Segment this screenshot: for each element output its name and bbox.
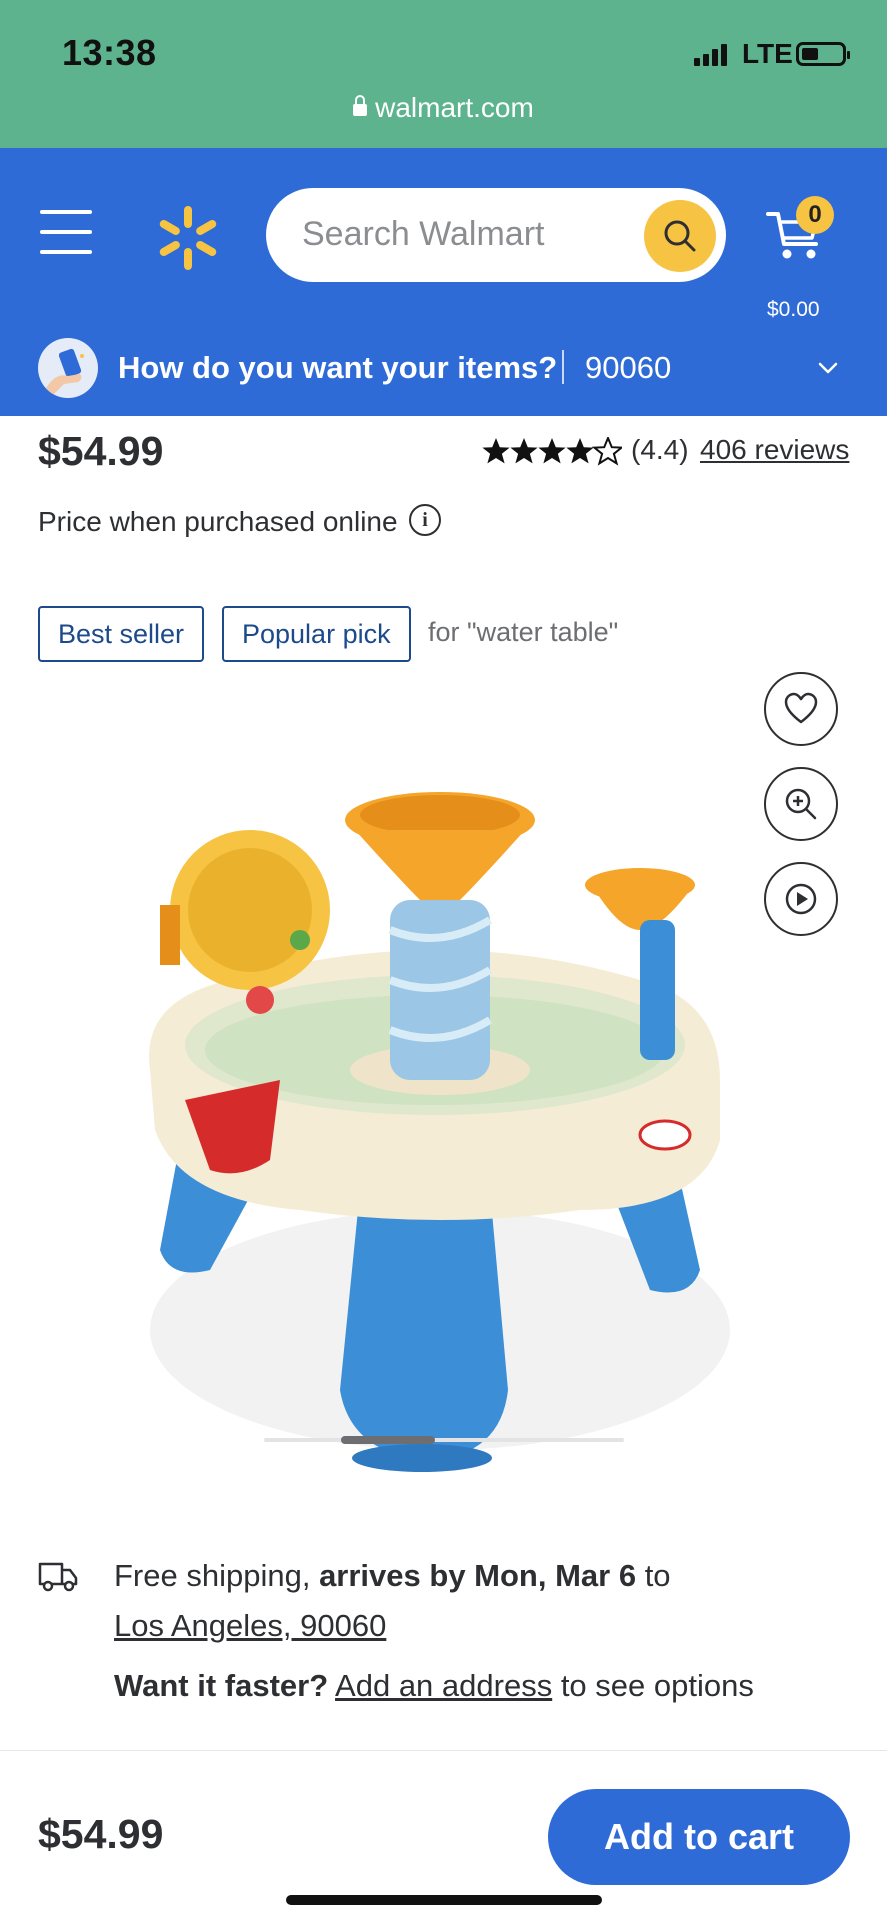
search-bar[interactable]: Search Walmart <box>266 188 726 282</box>
price-note: Price when purchased online <box>38 506 398 537</box>
search-icon <box>664 220 696 252</box>
bottom-bar: $54.99 Add to cart <box>0 1750 887 1921</box>
menu-icon[interactable] <box>40 210 92 254</box>
cart-total: $0.00 <box>767 298 820 321</box>
favorite-button[interactable] <box>764 672 838 746</box>
product-image[interactable] <box>100 690 780 1510</box>
search-input[interactable]: Search Walmart <box>302 215 544 254</box>
chevron-down-icon <box>818 362 838 374</box>
badge-popular-pick: Popular pick <box>222 606 411 662</box>
reviews-link[interactable]: 406 reviews <box>700 434 849 466</box>
search-button[interactable] <box>644 200 716 272</box>
add-address-link[interactable]: Add an address <box>335 1668 552 1703</box>
status-time: 13:38 <box>62 32 157 73</box>
cart-button[interactable]: 0 $0.00 <box>760 196 850 321</box>
heart-icon <box>784 692 818 724</box>
carousel-indicator[interactable] <box>341 1436 435 1444</box>
cart-count-badge: 0 <box>796 196 834 234</box>
play-icon <box>785 883 817 915</box>
rating-stars[interactable] <box>482 437 622 467</box>
lock-icon <box>353 95 368 116</box>
faster-options: Want it faster? Add an address to see op… <box>114 1668 754 1703</box>
shipping-summary: Free shipping, arrives by Mon, Mar 6 to <box>114 1558 671 1593</box>
badge-context: for "water table" <box>428 617 619 647</box>
signal-icon <box>694 44 728 66</box>
walmart-spark-logo[interactable] <box>152 202 224 274</box>
info-icon[interactable]: i <box>409 504 441 536</box>
zoom-button[interactable] <box>764 767 838 841</box>
product-price: $54.99 <box>38 428 164 474</box>
delivery-hand-icon <box>38 338 98 398</box>
status-bar: 13:38 LTE walmart.com <box>0 0 887 148</box>
url-text: walmart.com <box>375 92 534 123</box>
delivery-zip: 90060 <box>585 350 672 385</box>
battery-icon <box>796 42 850 66</box>
delivery-prompt: How do you want your items? <box>118 350 558 385</box>
divider <box>562 350 564 384</box>
bottom-price: $54.99 <box>38 1811 164 1857</box>
site-header: Search Walmart 0 $0.00 How do you want y… <box>0 148 887 416</box>
delivery-selector[interactable]: How do you want your items? 90060 <box>0 328 887 416</box>
arrival-date: arrives by Mon, Mar 6 <box>319 1558 637 1593</box>
star-icon <box>482 437 622 466</box>
zoom-in-icon <box>785 788 817 820</box>
video-button[interactable] <box>764 862 838 936</box>
truck-icon <box>38 1562 78 1592</box>
url-bar[interactable]: walmart.com <box>0 92 887 124</box>
home-indicator[interactable] <box>286 1895 602 1905</box>
shipping-location-link[interactable]: Los Angeles, 90060 <box>114 1608 386 1644</box>
carousel-track <box>264 1438 624 1442</box>
network-label: LTE <box>742 38 793 69</box>
badge-best-seller: Best seller <box>38 606 205 662</box>
add-to-cart-button[interactable]: Add to cart <box>548 1789 850 1885</box>
rating-value: (4.4) <box>631 434 689 465</box>
